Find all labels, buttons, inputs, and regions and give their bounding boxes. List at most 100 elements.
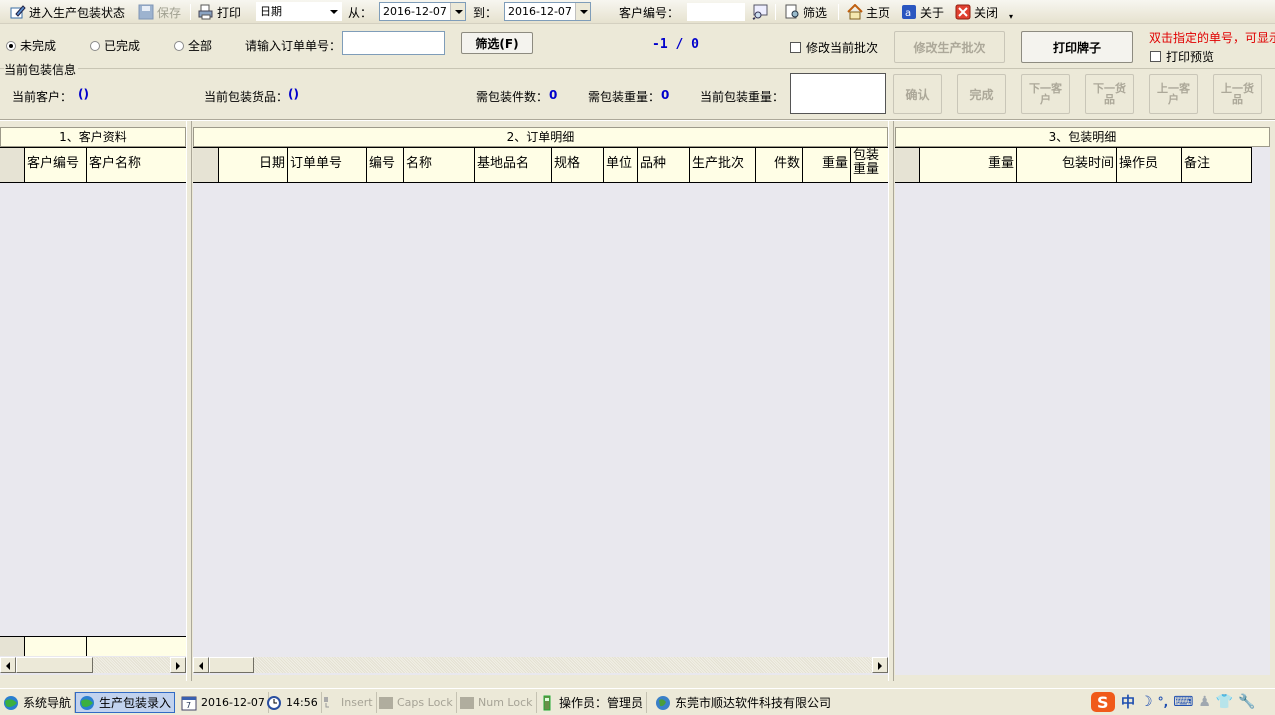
footer-divider bbox=[86, 637, 87, 656]
punctuation-icon[interactable]: °, bbox=[1158, 695, 1169, 709]
next-customer-button[interactable]: 下一客 户 bbox=[1021, 74, 1070, 114]
scroll-right-icon[interactable] bbox=[872, 657, 888, 673]
sogou-ime-icon[interactable]: S bbox=[1090, 691, 1116, 713]
wrench-icon[interactable]: 🔧 bbox=[1238, 694, 1255, 710]
user-avatar-icon[interactable]: ♟ bbox=[1198, 694, 1211, 710]
column-header[interactable]: 操作员 bbox=[1117, 148, 1182, 182]
radio-finished[interactable]: 已完成 bbox=[90, 37, 140, 54]
ime-mode-label[interactable]: 中 bbox=[1121, 692, 1135, 712]
finish-label: 完成 bbox=[969, 87, 994, 102]
column-header[interactable]: 品种 bbox=[638, 148, 690, 182]
current-weight-input[interactable] bbox=[790, 73, 886, 114]
toolbar-overflow-icon[interactable]: ▾ bbox=[1009, 12, 1013, 21]
chevron-down-icon[interactable] bbox=[326, 3, 341, 20]
column-header[interactable]: 订单单号 bbox=[288, 148, 367, 182]
modify-batch-label: 修改生产批次 bbox=[913, 40, 986, 55]
scroll-thumb[interactable] bbox=[16, 657, 93, 673]
customer-no-input[interactable] bbox=[687, 3, 745, 21]
print-tag-button[interactable]: 打印牌子 bbox=[1021, 31, 1133, 63]
chevron-down-icon[interactable] bbox=[575, 3, 590, 20]
toolbar-separator bbox=[775, 4, 776, 20]
enter-packing-state-button[interactable]: 进入生产包装状态 bbox=[10, 3, 125, 21]
column-header[interactable]: 基地品名 bbox=[475, 148, 552, 182]
weight-needed-label: 需包装重量： bbox=[588, 90, 661, 104]
close-button[interactable]: 关闭 bbox=[955, 3, 998, 21]
customers-hscrollbar[interactable] bbox=[0, 657, 186, 673]
radio-label: 已完成 bbox=[104, 39, 141, 53]
filter-button[interactable]: 筛选(F) bbox=[461, 32, 533, 54]
modify-batch-button[interactable]: 修改生产批次 bbox=[894, 31, 1005, 63]
close-label: 关闭 bbox=[974, 5, 999, 20]
checkbox-label: 修改当前批次 bbox=[806, 41, 879, 55]
weight-needed-value: 0 bbox=[661, 88, 670, 102]
date-value: 2016-12-07 bbox=[201, 696, 265, 709]
svg-text:7: 7 bbox=[186, 701, 191, 710]
print-button[interactable]: 打印 bbox=[198, 3, 241, 21]
column-header[interactable]: 客户编号 bbox=[25, 148, 87, 182]
half-width-moon-icon[interactable]: ☽ bbox=[1140, 694, 1153, 710]
column-header[interactable]: 名称 bbox=[404, 148, 475, 182]
column-header[interactable]: 包装重量 bbox=[851, 148, 888, 182]
radio-dot bbox=[6, 40, 16, 51]
order-no-label: 请输入订单单号： bbox=[245, 39, 342, 53]
row-header-corner bbox=[193, 148, 219, 182]
prev-customer-button[interactable]: 上一客 户 bbox=[1149, 74, 1198, 114]
current-customer-value: () bbox=[78, 87, 89, 101]
close-icon bbox=[955, 4, 971, 20]
orders-hscrollbar[interactable] bbox=[193, 657, 888, 673]
toolbar-separator bbox=[838, 4, 839, 20]
scroll-left-icon[interactable] bbox=[193, 657, 209, 673]
company-panel: 东莞市顺达软件科技有限公司 bbox=[652, 692, 834, 713]
skin-shirt-icon[interactable]: 👕 bbox=[1216, 694, 1233, 710]
btn-line: 品 bbox=[1232, 93, 1243, 106]
caps-lock-icon bbox=[379, 696, 393, 709]
date-field-select[interactable]: 日期 bbox=[256, 2, 342, 21]
column-header[interactable]: 重量 bbox=[920, 148, 1017, 182]
num-lock-indicator: Num Lock bbox=[457, 692, 537, 713]
num-lock-label: Num Lock bbox=[478, 696, 533, 709]
filter-toolbar-button[interactable]: 筛选 bbox=[784, 3, 827, 21]
customer-no-label: 客户编号： bbox=[619, 6, 680, 20]
column-header[interactable]: 单位 bbox=[604, 148, 638, 182]
about-button[interactable]: a 关于 bbox=[901, 3, 944, 21]
nav-taskbar-item[interactable]: 系统导航 bbox=[0, 692, 76, 713]
print-preview-checkbox[interactable]: 打印预览 bbox=[1150, 48, 1214, 65]
column-header[interactable]: 编号 bbox=[367, 148, 404, 182]
splitter[interactable] bbox=[888, 121, 894, 681]
home-button[interactable]: 主页 bbox=[847, 3, 890, 21]
packing-panel-title: 3、包装明细 bbox=[895, 127, 1270, 147]
column-header[interactable]: 件数 bbox=[756, 148, 803, 182]
column-header[interactable]: 备注 bbox=[1182, 148, 1252, 182]
to-date-picker[interactable]: 2016-12-07 bbox=[504, 2, 591, 21]
insert-indicator: Insert bbox=[318, 692, 377, 713]
home-label: 主页 bbox=[866, 5, 891, 20]
column-header[interactable]: 生产批次 bbox=[690, 148, 756, 182]
save-button[interactable]: 保存 bbox=[138, 3, 181, 21]
column-header[interactable]: 包装时间 bbox=[1017, 148, 1117, 182]
radio-all[interactable]: 全部 bbox=[174, 37, 212, 54]
order-no-input[interactable] bbox=[342, 31, 445, 55]
lookup-icon[interactable] bbox=[752, 4, 768, 20]
column-header[interactable]: 日期 bbox=[219, 148, 288, 182]
chevron-down-icon[interactable] bbox=[450, 3, 465, 20]
clock-icon bbox=[266, 695, 282, 711]
column-header[interactable]: 重量 bbox=[803, 148, 851, 182]
prev-goods-button[interactable]: 上一货 品 bbox=[1213, 74, 1262, 114]
next-goods-button[interactable]: 下一货 品 bbox=[1085, 74, 1134, 114]
from-date-picker[interactable]: 2016-12-07 bbox=[379, 2, 466, 21]
save-icon bbox=[138, 4, 154, 20]
splitter[interactable] bbox=[186, 121, 192, 681]
confirm-button[interactable]: 确认 bbox=[893, 74, 942, 114]
radio-unfinished[interactable]: 未完成 bbox=[6, 37, 56, 54]
column-header[interactable]: 规格 bbox=[552, 148, 604, 182]
active-window-taskbar-item[interactable]: 生产包装录入 bbox=[75, 692, 176, 713]
scroll-right-icon[interactable] bbox=[170, 657, 186, 673]
current-customer-label: 当前客户： bbox=[12, 90, 73, 104]
finish-button[interactable]: 完成 bbox=[957, 74, 1006, 114]
keyboard-icon[interactable]: ⌨ bbox=[1173, 694, 1193, 710]
column-header[interactable]: 客户名称 bbox=[87, 148, 186, 182]
scroll-thumb[interactable] bbox=[209, 657, 254, 673]
num-lock-icon bbox=[460, 696, 474, 709]
modify-batch-checkbox[interactable]: 修改当前批次 bbox=[790, 39, 878, 56]
scroll-left-icon[interactable] bbox=[0, 657, 16, 673]
